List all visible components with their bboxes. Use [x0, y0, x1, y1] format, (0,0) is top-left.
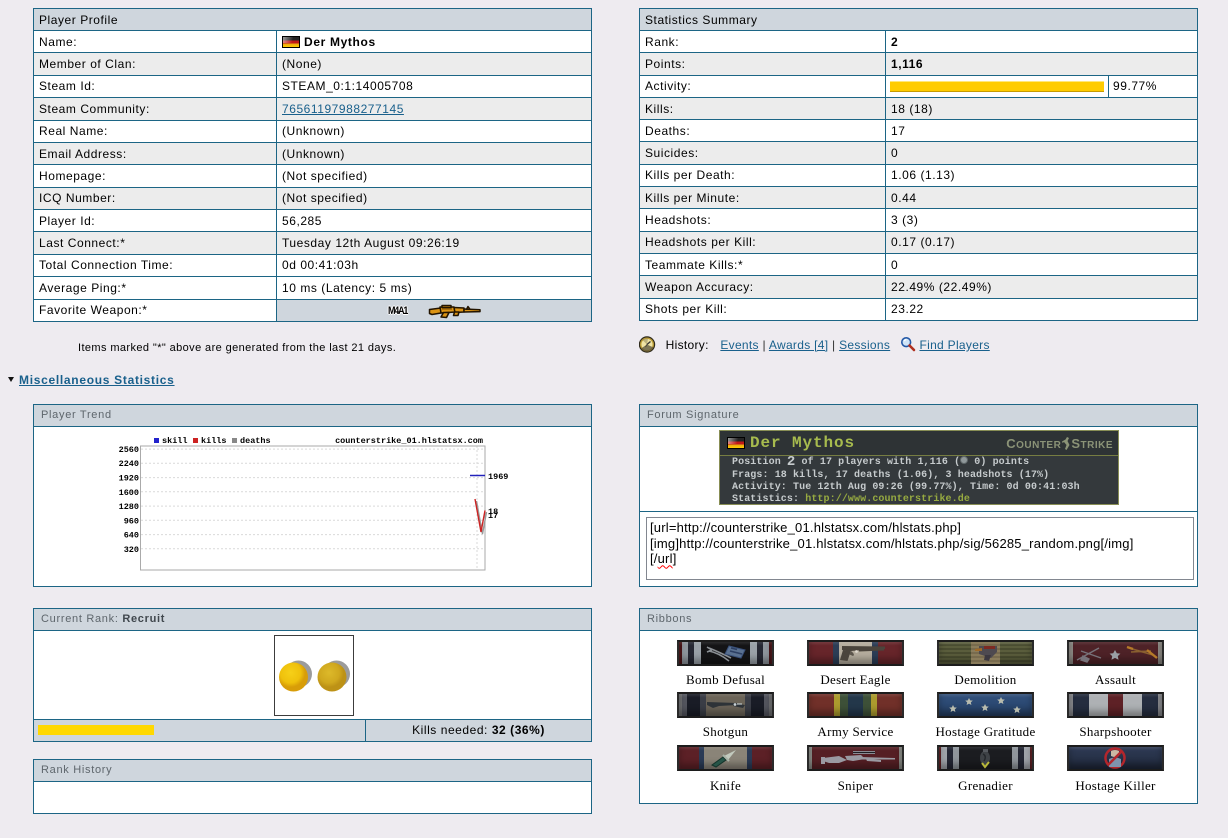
svg-text:1280: 1280 [119, 502, 139, 512]
svg-text:counterstrike_01.hlstatsx.com: counterstrike_01.hlstatsx.com [335, 436, 483, 446]
svg-text:17: 17 [488, 511, 498, 521]
svg-text:2560: 2560 [119, 445, 139, 455]
svg-text:320: 320 [124, 545, 139, 555]
svg-text:1969: 1969 [488, 472, 508, 482]
svg-text:1920: 1920 [119, 474, 139, 484]
svg-text:640: 640 [124, 531, 139, 541]
svg-text:1600: 1600 [119, 488, 139, 498]
svg-text:2240: 2240 [119, 459, 139, 469]
svg-text:960: 960 [124, 517, 139, 527]
svg-text:deaths: deaths [240, 436, 271, 446]
svg-text:kills: kills [201, 436, 227, 446]
svg-text:skill: skill [162, 436, 188, 446]
